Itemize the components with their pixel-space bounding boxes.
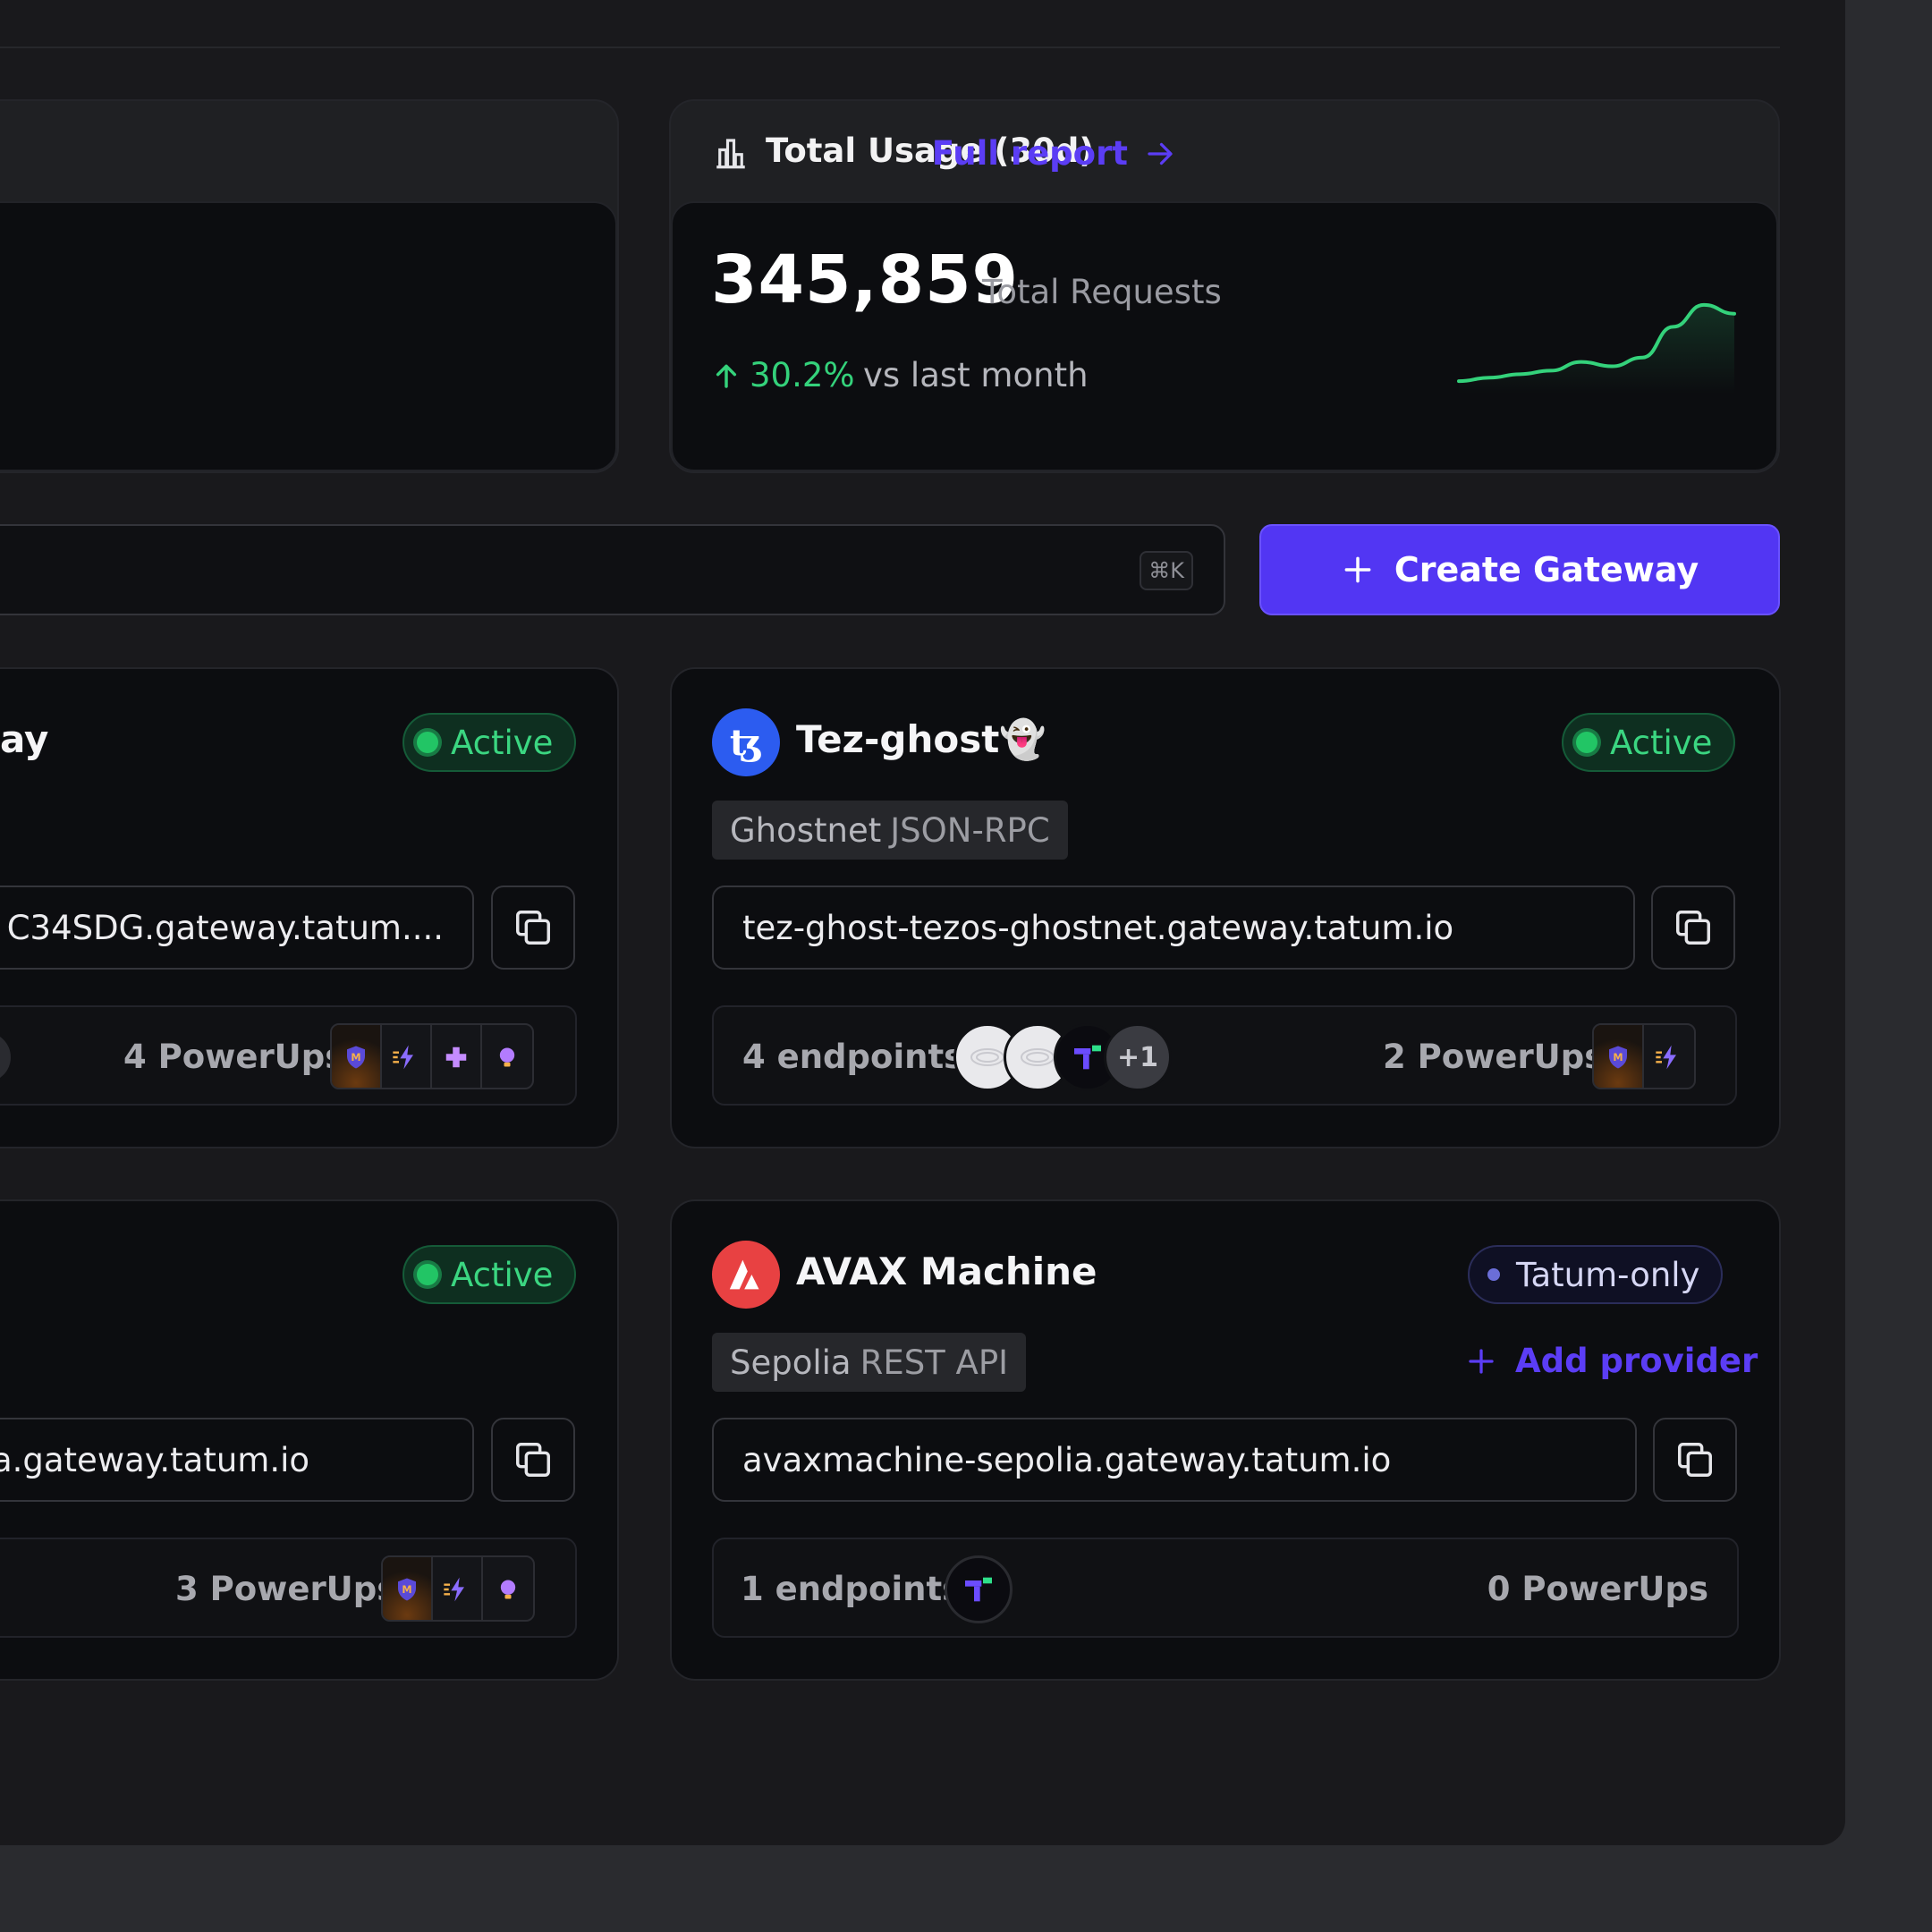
network-tag: Sepolia REST API — [712, 1333, 1027, 1392]
search-shortcut-hint: ⌘K — [1140, 551, 1193, 590]
gateway-footer: 4 endpoints +1 2 PowerUps M — [712, 1005, 1737, 1106]
network-name: Ghostnet — [730, 810, 882, 850]
endpoint-avatars — [945, 1555, 1013, 1623]
network-tag: Ghostnet JSON-RPC — [712, 801, 1068, 860]
total-requests-value: 345,859 — [711, 242, 1020, 318]
status-badge: Active — [1562, 713, 1736, 772]
gateway-url-field[interactable]: C34SDG.gateway.tatum.... — [0, 886, 474, 970]
powerups-count: 4 PowerUps — [123, 1038, 345, 1076]
header-divider — [0, 47, 1780, 48]
copy-icon — [1678, 1443, 1712, 1477]
usage-change-label: vs last month — [863, 356, 1089, 394]
gateway-url: tez-ghost-tezos-ghostnet.gateway.tatum.i… — [742, 908, 1454, 947]
gateway-title: ay — [0, 717, 49, 761]
gateway-title: Tez-ghost👻 — [796, 717, 1046, 761]
copy-icon — [1676, 911, 1710, 945]
copy-icon — [516, 1443, 550, 1477]
copy-url-button[interactable] — [1651, 886, 1735, 970]
status-label: Active — [1610, 723, 1713, 762]
add-provider-label: Add provider — [1515, 1342, 1758, 1380]
api-type: REST API — [860, 1343, 1009, 1382]
gateway-url: a.gateway.tatum.io — [0, 1440, 309, 1479]
arrow-up-icon — [716, 364, 737, 388]
status-label: Active — [451, 1255, 554, 1294]
status-dot — [417, 1264, 438, 1285]
gateway-title: AVAX Machine — [796, 1250, 1097, 1293]
svg-text:M: M — [351, 1052, 360, 1063]
gateway-url: C34SDG.gateway.tatum.... — [6, 908, 444, 947]
shield-icon: M — [332, 1025, 382, 1088]
status-dot — [1576, 732, 1597, 753]
plus-icon — [1469, 1348, 1494, 1374]
powerups-icons: M — [330, 1023, 534, 1089]
status-badge: Tatum-only — [1468, 1245, 1724, 1304]
gateway-search-input[interactable]: ⌘K — [0, 524, 1225, 615]
bulb-icon — [483, 1557, 533, 1620]
endpoint-avatar-partial — [0, 1032, 11, 1082]
full-report-label: Full report — [931, 134, 1128, 173]
powerups-icons: M — [381, 1555, 535, 1622]
usage-change: 30.2% — [712, 356, 855, 394]
endpoints-count: 1 endpoints — [741, 1570, 962, 1608]
svg-text:M: M — [1613, 1052, 1623, 1063]
bolt-icon — [382, 1025, 432, 1088]
status-label: Tatum-only — [1516, 1255, 1700, 1294]
total-requests-label: Total Requests — [982, 273, 1222, 311]
arrow-right-icon — [1148, 142, 1173, 165]
endpoints-count: 4 endpoints — [742, 1038, 964, 1076]
shield-icon: M — [1594, 1025, 1644, 1088]
create-gateway-button[interactable]: Create Gateway — [1259, 524, 1780, 615]
status-label: Active — [451, 723, 554, 762]
tezos-logo: ꜩ — [712, 708, 780, 776]
gateway-footer: 4 PowerUps M — [0, 1005, 577, 1106]
powerups-count: 2 PowerUps — [1383, 1038, 1605, 1076]
usage-change-value: 30.2% — [750, 356, 855, 394]
sparkline-area — [1459, 304, 1734, 394]
gateway-url-field[interactable]: tez-ghost-tezos-ghostnet.gateway.tatum.i… — [712, 886, 1635, 970]
status-dot — [417, 732, 438, 753]
copy-icon — [516, 911, 550, 945]
copy-url-button[interactable] — [1653, 1418, 1737, 1502]
svg-text:M: M — [402, 1584, 411, 1596]
tatum-logo-icon — [945, 1555, 1013, 1623]
status-badge: Active — [402, 713, 577, 772]
full-report-link[interactable]: Full report — [932, 134, 1176, 173]
usage-sparkline — [1457, 302, 1736, 394]
network-name: Sepolia — [730, 1343, 852, 1382]
gateway-footer: 3 PowerUps M — [0, 1538, 577, 1638]
api-type: JSON-RPC — [890, 810, 1050, 850]
gateway-url-field[interactable]: a.gateway.tatum.io — [0, 1418, 474, 1502]
plus-icon — [432, 1025, 482, 1088]
status-dot — [1487, 1268, 1500, 1281]
bulb-icon — [482, 1025, 532, 1088]
add-provider-button[interactable]: Add provider — [1465, 1342, 1758, 1380]
shield-icon: M — [383, 1557, 433, 1620]
status-badge: Active — [402, 1245, 577, 1304]
gateway-footer: 1 endpoints 0 PowerUps — [712, 1538, 1739, 1638]
gateway-url-field[interactable]: avaxmachine-sepolia.gateway.tatum.io — [712, 1418, 1637, 1502]
avalanche-logo — [712, 1241, 780, 1309]
quota-card-body — [0, 201, 617, 471]
powerups-count: 0 PowerUps — [1487, 1570, 1708, 1608]
plus-icon — [1344, 556, 1371, 583]
endpoint-avatars: +1 — [953, 1023, 1172, 1091]
powerups-icons: M — [1592, 1023, 1696, 1089]
gateway-url: avaxmachine-sepolia.gateway.tatum.io — [742, 1440, 1392, 1479]
bolt-icon — [433, 1557, 483, 1620]
create-gateway-label: Create Gateway — [1394, 550, 1699, 589]
powerups-count: 3 PowerUps — [175, 1570, 397, 1608]
more-endpoints-badge: +1 — [1104, 1023, 1172, 1091]
bar-chart-icon — [716, 139, 745, 169]
dashboard-panel: Total Usage (30d) Full report 345,859 To… — [0, 0, 1845, 1845]
quota-card — [0, 99, 619, 473]
copy-url-button[interactable] — [491, 1418, 575, 1502]
copy-url-button[interactable] — [491, 886, 575, 970]
bolt-icon — [1644, 1025, 1694, 1088]
